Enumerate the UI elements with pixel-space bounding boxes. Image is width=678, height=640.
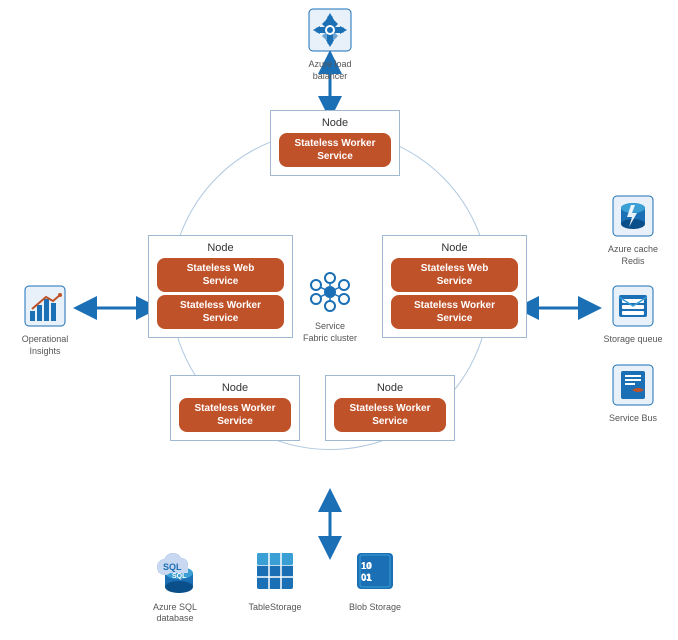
node-bottom-right-service-1: Stateless WorkerService: [334, 398, 446, 432]
right-services: Azure cache Redis Storage queue: [598, 195, 668, 425]
svg-text:SQL: SQL: [172, 573, 187, 580]
operational-insights: Operational Insights: [10, 285, 80, 357]
azure-sql-icon: SQL SQL: [151, 547, 199, 595]
node-bottom-left: Node Stateless WorkerService: [170, 375, 300, 441]
node-bottom-right-label: Node: [334, 382, 446, 394]
service-bus-icon: [612, 364, 654, 406]
svg-text:10: 10: [361, 561, 373, 572]
operational-insights-label: Operational Insights: [10, 334, 80, 357]
node-top-service-1: Stateless WorkerService: [279, 133, 391, 167]
svg-text:SQL: SQL: [163, 562, 182, 572]
storage-queue-label: Storage queue: [598, 334, 668, 346]
bottom-services: SQL SQL Azure SQL database: [140, 547, 410, 625]
node-bottom-left-label: Node: [179, 382, 291, 394]
table-storage: TableStorage: [240, 547, 310, 614]
node-top: Node Stateless WorkerService: [270, 110, 400, 176]
node-left-service-2: Stateless WorkerService: [157, 295, 284, 329]
service-bus: Service Bus: [598, 364, 668, 425]
table-storage-icon: [251, 547, 299, 595]
service-fabric-icon: [308, 270, 352, 314]
blob-storage-icon: 10 01 10 01: [351, 547, 399, 595]
azure-sql-label: Azure SQL database: [140, 602, 210, 625]
node-right-label: Node: [391, 242, 518, 254]
azure-cache-label: Azure cache Redis: [598, 244, 668, 267]
service-fabric-label: ServiceFabric cluster: [295, 321, 365, 344]
load-balancer-label: Azure load balancer: [295, 59, 365, 82]
node-right-service-1: Stateless WebService: [391, 258, 518, 292]
load-balancer-icon: [308, 8, 352, 52]
node-bottom-right: Node Stateless WorkerService: [325, 375, 455, 441]
azure-sql: SQL SQL Azure SQL database: [140, 547, 210, 625]
node-right-service-2: Stateless WorkerService: [391, 295, 518, 329]
node-left: Node Stateless WebService Stateless Work…: [148, 235, 293, 338]
node-left-label: Node: [157, 242, 284, 254]
load-balancer: Azure load balancer: [295, 8, 365, 82]
node-left-service-1: Stateless WebService: [157, 258, 284, 292]
operational-insights-icon: [24, 285, 66, 327]
azure-cache-icon: [612, 195, 654, 237]
service-bus-label: Service Bus: [598, 413, 668, 425]
service-fabric-cluster: ServiceFabric cluster: [295, 270, 365, 344]
node-top-label: Node: [279, 117, 391, 129]
blob-storage-label: Blob Storage: [340, 602, 410, 614]
storage-queue: Storage queue: [598, 285, 668, 346]
table-storage-label: TableStorage: [240, 602, 310, 614]
node-right: Node Stateless WebService Stateless Work…: [382, 235, 527, 338]
storage-queue-icon: [612, 285, 654, 327]
node-bottom-left-service-1: Stateless WorkerService: [179, 398, 291, 432]
blob-storage: 10 01 10 01 Blob Storage: [340, 547, 410, 614]
azure-cache-redis: Azure cache Redis: [598, 195, 668, 267]
svg-text:01: 01: [361, 573, 373, 584]
diagram-container: Azure load balancer Node Stateless Worke…: [0, 0, 678, 640]
